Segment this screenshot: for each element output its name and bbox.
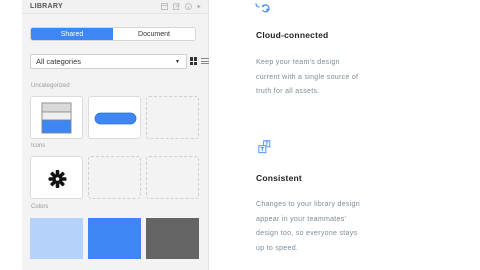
color-swatch-gray[interactable] — [146, 218, 199, 259]
header-toolbar — [161, 3, 202, 10]
info-icon[interactable] — [185, 3, 192, 10]
description-line: design too, so everyone stays — [256, 230, 358, 237]
library-item-button-component[interactable] — [88, 96, 141, 139]
edit-icon[interactable] — [173, 3, 180, 10]
section-label-colors: Colors — [31, 204, 49, 210]
category-select[interactable]: All categories ▼ — [30, 54, 187, 69]
library-icon[interactable] — [161, 3, 168, 10]
feature-description-consistent: Changes to your library design appear in… — [256, 198, 416, 256]
form-component-thumbnail — [41, 102, 72, 134]
library-scope-toggle: Shared Document — [30, 27, 196, 41]
color-swatch-blue[interactable] — [88, 218, 141, 259]
library-header: LIBRARY — [22, 0, 208, 14]
empty-slot — [146, 156, 199, 199]
feature-title-consistent: Consistent — [256, 173, 302, 183]
list-view-icon[interactable] — [201, 57, 209, 65]
gear-icon — [48, 170, 67, 188]
section-label-icons: Icons — [31, 143, 46, 149]
description-line: truth for all assets. — [256, 88, 320, 95]
view-toggle — [190, 57, 209, 65]
symbol-transfer-icon: T T — [258, 140, 271, 154]
category-select-value: All categories — [36, 57, 82, 66]
section-label-uncategorized: Uncategorized — [31, 83, 70, 89]
button-component-thumbnail — [94, 112, 137, 125]
description-line: up to speed. — [256, 244, 299, 252]
empty-slot — [88, 156, 141, 199]
feature-title-cloud-connected: Cloud-connected — [256, 30, 329, 40]
feature-description-cloud-connected: Keep your team's design current with a s… — [256, 56, 416, 100]
library-panel: LIBRARY Shared Document All categories ▼ — [22, 0, 209, 270]
tab-document[interactable]: Document — [113, 28, 195, 40]
description-line: appear in your teammates' — [256, 215, 347, 223]
play-icon[interactable] — [197, 3, 202, 10]
empty-slot — [146, 96, 199, 139]
svg-text:T: T — [261, 147, 265, 153]
library-title: LIBRARY — [30, 3, 63, 10]
library-item-gear-symbol[interactable] — [30, 156, 83, 199]
description-line: current with a single source of — [256, 73, 359, 81]
tab-shared[interactable]: Shared — [31, 28, 113, 40]
cloud-sync-icon — [255, 3, 270, 13]
grid-view-icon[interactable] — [190, 57, 198, 65]
library-item-form-component[interactable] — [30, 96, 83, 139]
color-swatch-light-blue[interactable] — [30, 218, 83, 259]
chevron-down-icon: ▼ — [175, 58, 180, 65]
description-line: Changes to your library design — [256, 201, 360, 208]
description-line: Keep your team's design — [256, 59, 340, 66]
